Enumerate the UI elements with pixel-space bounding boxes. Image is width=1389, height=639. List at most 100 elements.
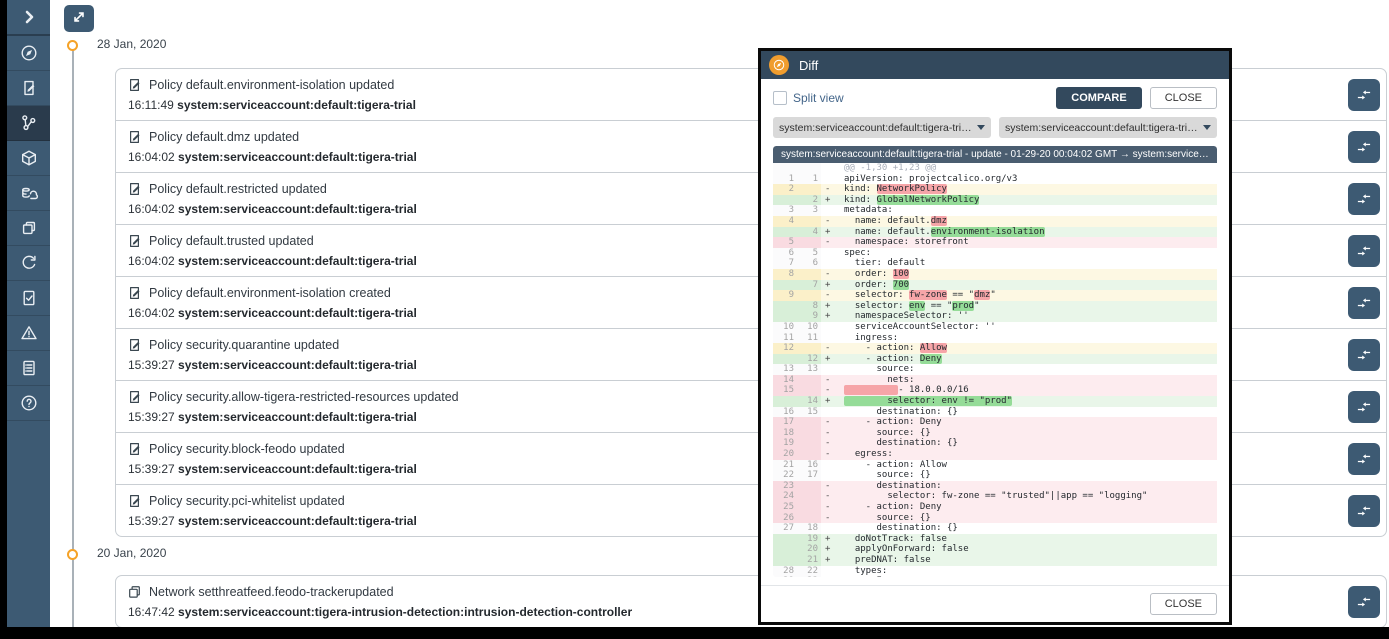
edit-icon [127,77,142,98]
open-diff-button[interactable] [1348,131,1380,163]
sidebar-item-chevron-right[interactable] [7,0,50,36]
diff-marker: - [821,438,838,449]
old-line-number: 13 [773,364,797,375]
cube-icon [19,148,39,168]
diff-version-header: system:serviceaccount:default:tigera-tri… [773,146,1217,163]
open-diff-button[interactable] [1348,235,1380,267]
event-title: Network setthreatfeed.feodo-trackerupdat… [149,585,394,599]
event-meta: 16:04:02 system:serviceaccount:default:t… [128,306,417,320]
diff-line: 11apiVersion: projectcalico.org/v3 [773,174,1217,185]
sidebar-item-help[interactable] [7,386,50,421]
close-button[interactable]: CLOSE [1150,87,1217,109]
new-line-number [797,216,821,227]
old-line-number: 4 [773,216,797,227]
expand-timeline-button[interactable] [64,5,94,32]
sidebar-item-cloud-db[interactable] [7,176,50,211]
sidebar-item-layers[interactable] [7,211,50,246]
diff-code: destination: {} [838,523,1217,534]
old-line-number: 11 [773,333,797,344]
split-view-checkbox[interactable] [773,91,787,105]
open-diff-button[interactable] [1348,391,1380,423]
open-diff-button[interactable] [1348,586,1380,618]
diff-line: 15- - 18.0.0.0/16 [773,385,1217,396]
sidebar-item-doc-check[interactable] [7,281,50,316]
diff-code: ingress: [838,333,1217,344]
compare-icon [1355,450,1373,468]
open-diff-button[interactable] [1348,339,1380,371]
old-line-number: 9 [773,290,797,301]
new-line-number: 18 [797,523,821,534]
refresh-icon [19,253,39,273]
split-view-toggle[interactable]: Split view [773,91,844,105]
edit-icon [127,285,142,306]
diff-line: 19+ doNotTrack: false [773,534,1217,545]
diff-code: kind: NetworkPolicy [838,184,1217,195]
diff-line: 9- selector: fw-zone == "dmz" [773,290,1217,301]
event-meta: 15:39:27 system:serviceaccount:default:t… [128,410,417,424]
edit-icon [127,181,142,197]
old-line-number: 3 [773,205,797,216]
event-title: Policy security.quarantine updated [149,338,339,352]
open-diff-button[interactable] [1348,495,1380,527]
edit-doc-icon [19,78,39,98]
open-diff-button[interactable] [1348,443,1380,475]
sidebar-item-compass[interactable] [7,36,50,71]
event-meta: 16:11:49 system:serviceaccount:default:t… [128,98,416,112]
diff-code: metadata: [838,205,1217,216]
doc-list-icon [19,358,39,378]
sidebar-item-doc-list[interactable] [7,351,50,386]
diff-marker: + [821,544,838,555]
edit-icon [127,129,142,150]
footer-close-button[interactable]: CLOSE [1150,593,1217,615]
diff-line: 25- - action: Deny [773,502,1217,513]
revision-select-2[interactable]: system:serviceaccount:default:tigera-tri… [999,117,1217,138]
new-line-number: 16 [797,460,821,471]
warning-icon [19,323,39,343]
diff-marker: - [821,184,838,195]
diff-line: 23- destination: [773,481,1217,492]
event-account: system:serviceaccount:default:tigera-tri… [177,98,416,112]
diff-line: 1010 serviceAccountSelector: '' [773,322,1217,333]
timeline-date-dot [67,40,78,51]
diff-marker [821,205,838,216]
diff-code: name: default.dmz [838,216,1217,227]
sidebar-item-share[interactable] [7,106,50,141]
edit-icon [127,181,142,202]
event-account: system:serviceaccount:default:tigera-tri… [178,306,417,320]
compare-icon [1355,242,1373,260]
diff-line: 2-kind: NetworkPolicy [773,184,1217,195]
diff-line: 2923 - Ingress [773,576,1217,577]
sidebar-item-edit-doc[interactable] [7,71,50,106]
event-time: 16:04:02 [128,254,178,268]
open-diff-button[interactable] [1348,183,1380,215]
diff-code: destination: {} [838,438,1217,449]
diff-code: doNotTrack: false [838,534,1217,545]
sidebar-item-cube[interactable] [7,141,50,176]
sidebar-item-warning[interactable] [7,316,50,351]
open-diff-button[interactable] [1348,79,1380,111]
revision-select-1[interactable]: system:serviceaccount:default:tigera-tri… [773,117,991,138]
diff-code: source: {} [838,513,1217,524]
diff-modal: Diff Split view COMPARE CLOSE system:ser… [758,48,1232,625]
compare-button[interactable]: COMPARE [1056,87,1141,109]
diff-marker [821,566,838,577]
diff-marker: - [821,290,838,301]
diff-line: 12- - action: Allow [773,343,1217,354]
sidebar-item-refresh[interactable] [7,246,50,281]
open-diff-button[interactable] [1348,287,1380,319]
old-line-number: 22 [773,470,797,481]
old-line-number: 26 [773,513,797,524]
diff-line: 7+ order: 700 [773,280,1217,291]
diff-code: types: [838,566,1217,577]
diff-marker: - [821,343,838,354]
compare-icon [1355,593,1373,611]
new-line-number [797,269,821,280]
diff-code: source: {} [838,470,1217,481]
diff-marker [821,258,838,269]
event-meta: 15:39:27 system:serviceaccount:default:t… [128,462,417,476]
cloud-db-icon [19,183,39,203]
edit-icon [127,493,142,514]
share-icon [19,113,39,133]
diff-marker: + [821,227,838,238]
compare-icon [1355,398,1373,416]
